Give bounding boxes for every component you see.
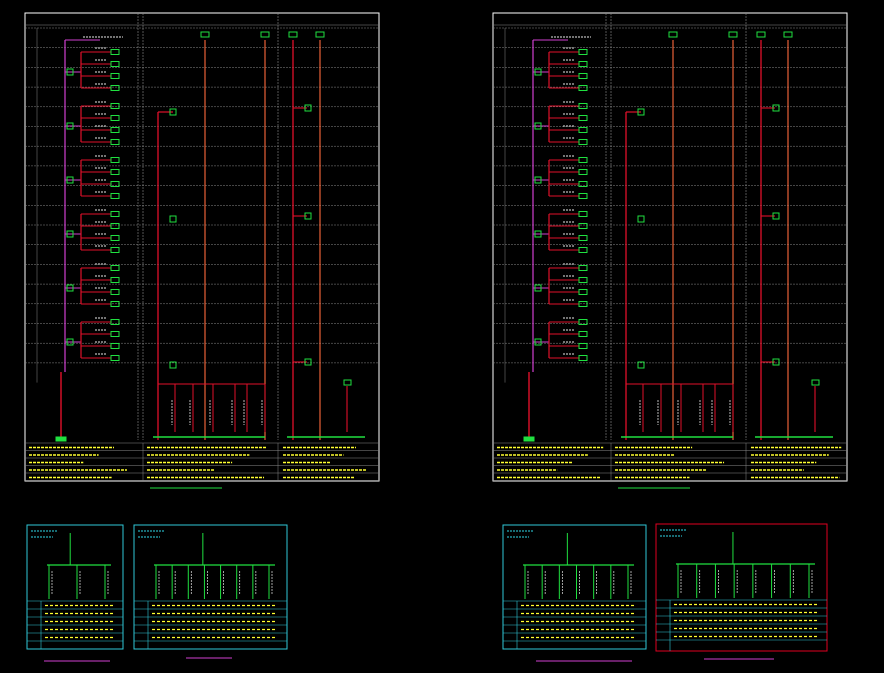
- cad-drawing-canvas: [0, 0, 884, 673]
- main-panel: [523, 436, 535, 442]
- drawing-background: [0, 0, 884, 673]
- main-panel: [55, 436, 67, 442]
